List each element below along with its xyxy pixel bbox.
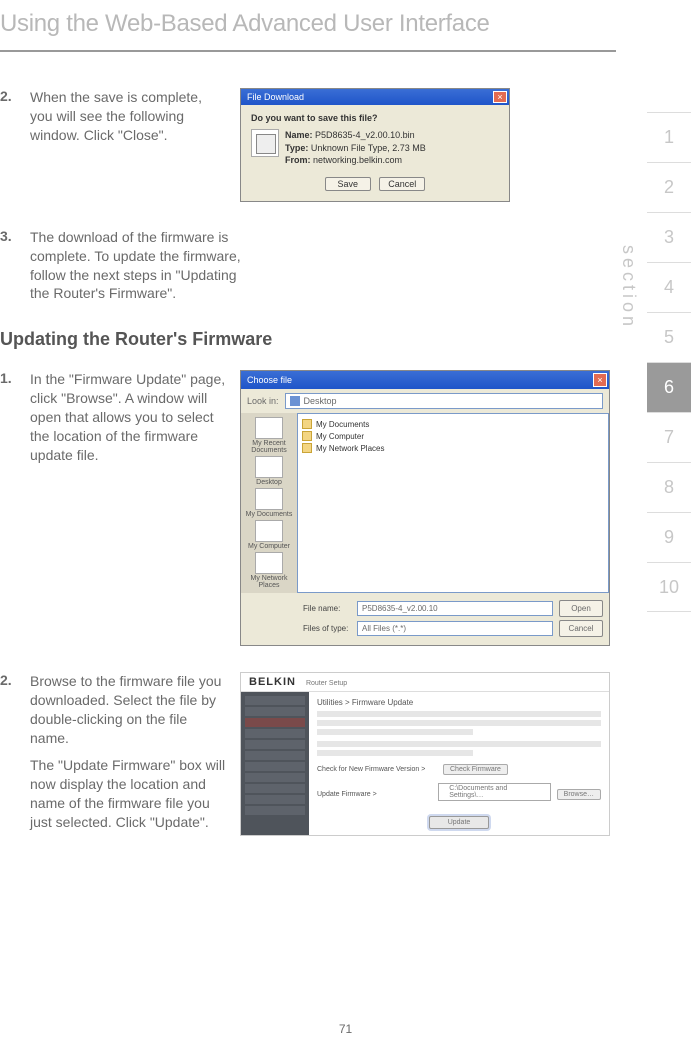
place-network[interactable]: My Network Places [241,552,297,589]
step-text: In the "Firmware Update" page, click "Br… [30,370,240,646]
file-list[interactable]: My Documents My Computer My Network Plac… [297,413,609,593]
section-tab-9[interactable]: 9 [647,512,691,562]
sidebar-item[interactable] [245,795,305,804]
place-desktop[interactable]: Desktop [255,456,283,486]
type-value: Unknown File Type, 2.73 MB [311,143,426,153]
close-icon[interactable]: × [593,373,607,387]
section-tab-8[interactable]: 8 [647,462,691,512]
update-button[interactable]: Update [429,816,490,829]
lookin-value: Desktop [304,396,337,406]
folder-icon [302,419,312,429]
update-firmware-label: Update Firmware > [317,791,432,798]
sidebar-item[interactable] [245,773,305,782]
step-a-2: 2. When the save is complete, you will s… [0,88,616,202]
file-icon [251,129,285,167]
sidebar-item[interactable] [245,707,305,716]
place-recent[interactable]: My Recent Documents [241,417,297,454]
router-setup-page: BELKIN Router Setup [240,672,610,836]
folder-icon [302,431,312,441]
section-tab-10[interactable]: 10 [647,562,691,612]
section-tab-2[interactable]: 2 [647,162,691,212]
close-icon[interactable]: × [493,91,507,103]
places-bar: My Recent Documents Desktop My Documents… [241,413,297,593]
browse-button[interactable]: Browse… [557,789,601,800]
place-mydocs[interactable]: My Documents [246,488,293,518]
page-title: Using the Web-Based Advanced User Interf… [0,0,616,52]
filetype-dropdown[interactable]: All Files (*.*) [357,621,553,636]
dialog-title: Choose file [247,375,292,385]
check-firmware-label: Check for New Firmware Version > [317,766,437,773]
step-b-2: 2. Browse to the firmware file you downl… [0,672,616,836]
step-text: The download of the firmware is complete… [30,228,260,304]
firmware-path-input[interactable]: C:\Documents and Settings\… [438,783,550,801]
list-item[interactable]: My Computer [302,430,604,442]
open-button[interactable]: Open [559,600,603,617]
sidebar-item[interactable] [245,762,305,771]
sidebar-item[interactable] [245,696,305,705]
sidebar-item[interactable] [245,729,305,738]
step-number: 3. [0,228,30,304]
step-b-1: 1. In the "Firmware Update" page, click … [0,370,616,646]
filename-input[interactable]: P5D8635-4_v2.00.10 [357,601,553,616]
section-tab-3[interactable]: 3 [647,212,691,262]
desktop-icon [290,396,300,406]
name-label: Name: [285,130,313,140]
router-sidebar [241,692,309,835]
sidebar-item-active[interactable] [245,718,305,727]
section-tab-6[interactable]: 6 [647,362,691,412]
name-value: P5D8635-4_v2.00.10.bin [315,130,415,140]
screenshot-router-setup: BELKIN Router Setup [240,672,616,836]
screenshot-choose-file-dialog: Choose file × Look in: Desktop My Recent… [240,370,616,646]
sidebar-item[interactable] [245,751,305,760]
from-value: networking.belkin.com [313,155,402,165]
dialog-title: File Download [247,92,304,102]
list-item[interactable]: My Documents [302,418,604,430]
step-number: 2. [0,88,30,202]
section-tab-7[interactable]: 7 [647,412,691,462]
section-tab-5[interactable]: 5 [647,312,691,362]
section-label: section [618,245,639,330]
lookin-label: Look in: [247,396,279,406]
step-a-3: 3. The download of the firmware is compl… [0,228,616,304]
lookin-dropdown[interactable]: Desktop [285,393,603,409]
save-button[interactable]: Save [325,177,371,191]
step-number: 1. [0,370,30,646]
filename-label: File name: [303,604,351,613]
filetype-label: Files of type: [303,624,351,633]
cancel-button[interactable]: Cancel [379,177,425,191]
choose-file-dialog: Choose file × Look in: Desktop My Recent… [240,370,610,646]
section-nav: 1 2 3 4 5 6 7 8 9 10 [647,112,691,612]
folder-icon [302,443,312,453]
section-tab-4[interactable]: 4 [647,262,691,312]
place-mycomputer[interactable]: My Computer [248,520,290,550]
breadcrumb: Utilities > Firmware Update [317,698,601,707]
section-tab-1[interactable]: 1 [647,112,691,162]
brand-sub: Router Setup [306,680,347,687]
step-text: When the save is complete, you will see … [30,88,240,202]
step-number: 2. [0,672,30,836]
from-label: From: [285,155,311,165]
page-number: 71 [0,1022,691,1036]
sidebar-item[interactable] [245,740,305,749]
list-item[interactable]: My Network Places [302,442,604,454]
step-text: Browse to the firmware file you download… [30,672,240,836]
cancel-button[interactable]: Cancel [559,620,603,637]
sidebar-item[interactable] [245,784,305,793]
brand-label: BELKIN [249,676,296,688]
subheading-updating-firmware: Updating the Router's Firmware [0,329,616,350]
type-label: Type: [285,143,308,153]
file-download-dialog: File Download × Do you want to save this… [240,88,510,202]
dialog-question: Do you want to save this file? [251,113,499,123]
sidebar-item[interactable] [245,806,305,815]
check-firmware-button[interactable]: Check Firmware [443,764,508,775]
screenshot-file-download-dialog: File Download × Do you want to save this… [240,88,616,202]
